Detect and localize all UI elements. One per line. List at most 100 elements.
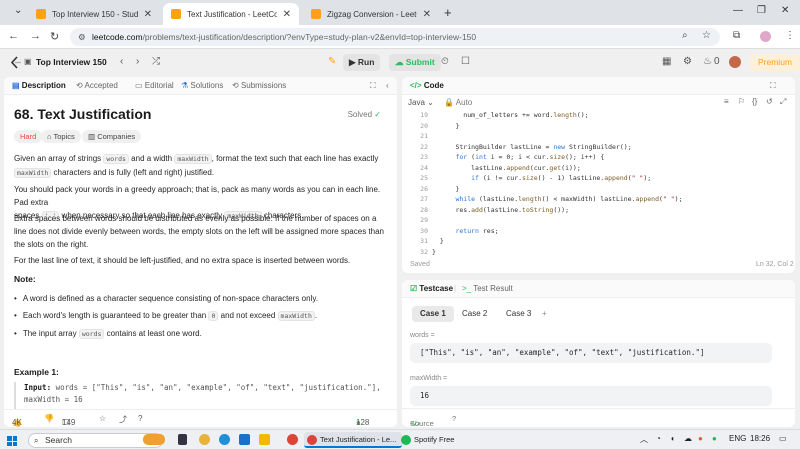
tab-submissions[interactable]: ⟲ Submissions [232, 81, 286, 90]
tab-editorial[interactable]: ▭ Editorial [135, 81, 174, 90]
leetcode-header: ▣ Top Interview 150 ‹ › ⤮ ✎ ▶ Run ☁ Subm… [0, 49, 800, 76]
solved-status: Solved ✓ [347, 110, 381, 119]
notes-icon[interactable]: ☐ [461, 56, 470, 67]
debug-icon[interactable]: ✎ [328, 56, 336, 67]
browser-tab-zigzag[interactable]: Zigzag Conversion - LeetCode ✕ [303, 3, 439, 25]
maxwidth-input[interactable]: 16 [410, 386, 772, 406]
browser-menu-icon[interactable]: ⋮ [785, 30, 795, 41]
notifications-icon[interactable]: ▭ [779, 434, 787, 443]
extensions-icon[interactable]: ⧉ [733, 30, 740, 41]
close-window-icon[interactable]: ✕ [781, 5, 789, 16]
expand-panel-icon[interactable]: ⛶ [370, 81, 376, 91]
case-2-button[interactable]: Case 2 [454, 306, 495, 322]
close-tab-icon[interactable]: ✕ [423, 9, 431, 20]
submit-button[interactable]: ☁ Submit [389, 54, 441, 71]
settings-gear-icon[interactable]: ⚙ [683, 56, 692, 67]
fullscreen-icon[interactable]: ⤢ [780, 97, 786, 107]
browser-tab-text-justification[interactable]: Text Justification - LeetCode ✕ [163, 3, 299, 25]
windows-start-icon[interactable] [7, 436, 17, 446]
forward-icon[interactable]: → [30, 30, 41, 42]
saved-status: Saved [410, 261, 430, 268]
run-button[interactable]: ▶ Run [343, 54, 381, 71]
new-tab-icon[interactable]: + [444, 5, 452, 20]
site-info-icon[interactable]: ⚙ [78, 28, 86, 46]
help-icon[interactable]: ? [452, 414, 456, 423]
dislike-icon[interactable]: 👎 [44, 414, 54, 423]
tab-testcase[interactable]: ☑ Testcase [410, 284, 453, 293]
zoom-icon[interactable]: ⌕ [682, 30, 688, 41]
tray-app-icon[interactable]: ● [698, 434, 703, 443]
tab-description[interactable]: ▤ Description [12, 81, 66, 90]
clock[interactable]: 18:26 [750, 434, 770, 443]
format-icon[interactable]: ≡ [724, 97, 729, 106]
prev-problem-icon[interactable]: ‹ [120, 56, 123, 67]
browser-tab-study-plan[interactable]: Top Interview 150 - Study Plan ✕ [28, 3, 160, 25]
url-field[interactable]: ⚙ leetcode.com/problems/text-justificati… [70, 28, 720, 46]
companies-button[interactable]: ▥ Companies [82, 130, 142, 143]
shuffle-icon[interactable]: ⤮ [152, 56, 160, 67]
words-input[interactable]: ["This", "is", "an", "example", "of", "t… [410, 343, 772, 363]
edge-icon[interactable] [219, 434, 230, 445]
problem-footer: 👍 4K 👎 ☐ 149 ☆ ⤴ ? ● 128 Online [4, 409, 397, 427]
user-avatar[interactable] [729, 56, 741, 68]
case-1-button[interactable]: Case 1 [412, 306, 454, 322]
tray-chevron-icon[interactable]: ︿ [640, 434, 648, 445]
code-title: </> Code [410, 81, 444, 90]
back-icon[interactable]: ← [8, 30, 19, 42]
next-problem-icon[interactable]: › [136, 56, 139, 67]
leetcode-logo-icon[interactable] [10, 56, 22, 69]
widgets-icon[interactable] [143, 434, 165, 445]
words-label: words = [410, 332, 435, 339]
bookmark-icon[interactable]: ⚐ [738, 97, 745, 106]
code-brackets-icon: </> [410, 81, 422, 90]
braces-icon[interactable]: {} [752, 97, 757, 106]
close-tab-icon[interactable]: ✕ [283, 9, 291, 20]
share-icon[interactable]: ⤴ [119, 414, 127, 425]
checkbox-icon: ☑ [410, 284, 418, 293]
copilot-icon[interactable] [199, 434, 210, 445]
browser-tab-strip: Top Interview 150 - Study Plan ✕ Text Ju… [0, 0, 800, 25]
note-heading: Note: [14, 274, 36, 284]
collapse-panel-icon[interactable]: ‹ [386, 81, 389, 90]
outlook-icon[interactable] [239, 434, 250, 445]
language-select[interactable]: Java ⌄ [408, 98, 434, 107]
tray-cloud-icon[interactable]: ☁ [684, 434, 692, 443]
taskbar-task-spotify[interactable]: Spotify Free [398, 432, 460, 448]
favorite-star-icon[interactable]: ☆ [99, 414, 106, 423]
auto-mode[interactable]: 🔒 Auto [444, 98, 472, 107]
topics-button[interactable]: ⌂ Topics [41, 130, 81, 143]
add-case-button[interactable]: + [534, 306, 555, 322]
leetcode-favicon [171, 9, 181, 19]
leetcode-favicon [36, 9, 46, 19]
tab-accepted[interactable]: ⟲ Accepted [76, 81, 118, 90]
streak-icon[interactable]: ♨ [703, 56, 712, 67]
taskbar-task-chrome[interactable]: Text Justification - Le... [304, 432, 403, 448]
help-icon[interactable]: ? [138, 414, 142, 423]
tray-volume-icon[interactable]: ◖ [670, 434, 675, 443]
timer-icon[interactable]: ⏲ [441, 56, 449, 67]
difficulty-badge: Hard [14, 130, 43, 143]
profile-avatar[interactable] [760, 31, 771, 42]
chrome-icon[interactable] [287, 434, 298, 445]
check-circle-icon: ✓ [374, 110, 381, 119]
tab-menu-icon[interactable]: ⌄ [14, 5, 22, 16]
expand-code-icon[interactable]: ⛶ [770, 81, 776, 91]
tag-icon: ⌂ [47, 132, 52, 141]
restore-icon[interactable]: ❐ [757, 5, 766, 16]
study-plan-title[interactable]: Top Interview 150 [36, 57, 107, 67]
task-view-icon[interactable] [178, 434, 187, 445]
file-explorer-icon[interactable] [259, 434, 270, 445]
book-icon: ▭ [135, 81, 143, 90]
layout-icon[interactable]: ▦ [662, 56, 671, 67]
reload-icon[interactable]: ↻ [50, 30, 59, 43]
close-tab-icon[interactable]: ✕ [144, 9, 152, 20]
minimize-icon[interactable]: — [733, 5, 743, 16]
language-indicator[interactable]: ENG [729, 434, 746, 443]
bookmark-star-icon[interactable]: ☆ [702, 30, 711, 41]
tab-test-result[interactable]: >_ Test Result [462, 284, 513, 293]
premium-button[interactable]: Premium [750, 54, 800, 71]
tab-solutions[interactable]: ⚗ Solutions [181, 81, 223, 90]
tray-wifi-icon[interactable]: ◔ [656, 434, 661, 443]
tray-spotify-icon[interactable]: ● [712, 434, 717, 443]
reset-icon[interactable]: ↺ [766, 97, 773, 106]
